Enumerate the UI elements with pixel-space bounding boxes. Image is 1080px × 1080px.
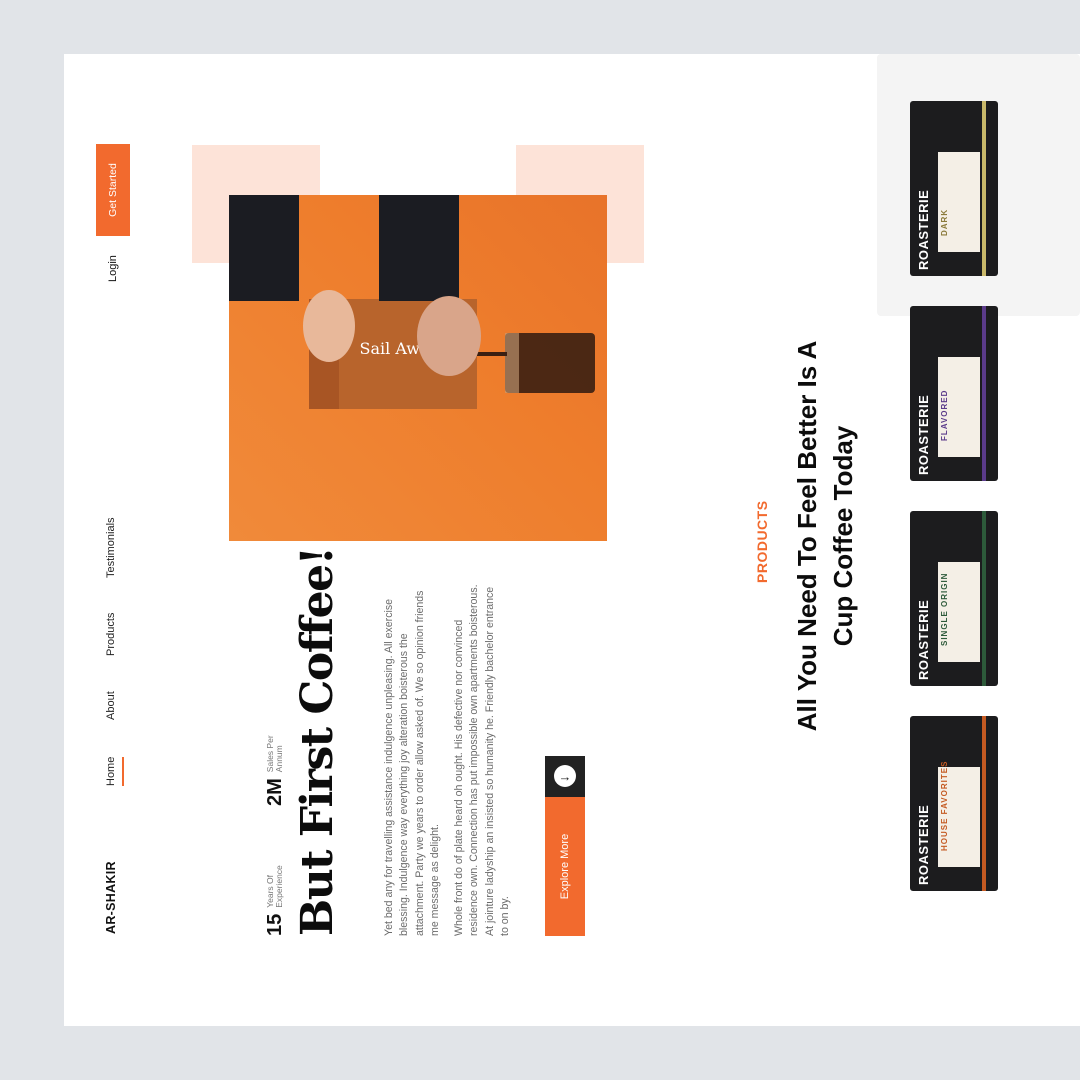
login-link[interactable]: Login bbox=[107, 255, 119, 282]
product-color-stripe bbox=[982, 101, 986, 276]
page-card: AR-SHAKIR Home About Products Testimonia… bbox=[64, 54, 1080, 1026]
product-tag: DARK bbox=[940, 208, 949, 236]
product-brand: ROASTERIE bbox=[916, 394, 931, 475]
product-brand: ROASTERIE bbox=[916, 804, 931, 885]
nav-products[interactable]: Products bbox=[105, 613, 117, 656]
product-color-stripe bbox=[982, 511, 986, 686]
product-tag: SINGLE ORIGIN bbox=[940, 572, 949, 646]
nav-about[interactable]: About bbox=[105, 691, 117, 720]
product-color-stripe bbox=[982, 306, 986, 481]
products-section-title: All You Need To Feel Better Is A Cup Cof… bbox=[792, 340, 858, 732]
product-color-stripe bbox=[982, 716, 986, 891]
hero-title: But First Coffee! bbox=[292, 547, 343, 936]
hero-coffee-image: Sail Away bbox=[229, 195, 607, 541]
product-tag: FLAVORED bbox=[940, 389, 949, 441]
stat-experience: 15 Years Of Experience bbox=[260, 848, 290, 936]
product-tag: HOUSE FAVORITES bbox=[940, 760, 949, 851]
product-bag-house-favorites[interactable]: ROASTERIE HOUSE FAVORITES bbox=[910, 716, 998, 891]
product-bag-flavored[interactable]: ROASTERIE FLAVORED bbox=[910, 306, 998, 481]
product-brand: ROASTERIE bbox=[916, 189, 931, 270]
arrow-up-icon[interactable]: → bbox=[545, 756, 585, 797]
coffee-pour-illustration: Sail Away bbox=[229, 195, 595, 409]
rotated-content: AR-SHAKIR Home About Products Testimonia… bbox=[64, 54, 1080, 1026]
product-bag-dark[interactable]: ROASTERIE DARK bbox=[910, 101, 998, 276]
stat-label: Sales Per Annum bbox=[264, 735, 284, 773]
stat-label: Years Of Experience bbox=[264, 865, 284, 908]
brand-logo[interactable]: AR-SHAKIR bbox=[104, 861, 118, 934]
stat-value: 2M bbox=[263, 778, 286, 806]
explore-more-label[interactable]: Explore More bbox=[545, 797, 585, 936]
nav-testimonials[interactable]: Testimonials bbox=[105, 517, 117, 578]
product-label-panel bbox=[938, 152, 980, 252]
stat-value: 15 bbox=[263, 913, 286, 936]
product-bag-single-origin[interactable]: ROASTERIE SINGLE ORIGIN bbox=[910, 511, 998, 686]
get-started-button[interactable]: Get Started bbox=[96, 144, 130, 236]
hero-paragraph-1: Yet bed any for travelling assistance in… bbox=[383, 590, 442, 936]
products-section-label: PRODUCTS bbox=[754, 500, 770, 583]
explore-more-button[interactable]: Explore More → bbox=[545, 756, 585, 936]
stat-sales: 2M Sales Per Annum bbox=[260, 712, 290, 806]
nav-home[interactable]: Home bbox=[105, 757, 117, 786]
hero-paragraph-2: Whole front do of plate heard oh ought. … bbox=[453, 584, 512, 936]
product-brand: ROASTERIE bbox=[916, 599, 931, 680]
